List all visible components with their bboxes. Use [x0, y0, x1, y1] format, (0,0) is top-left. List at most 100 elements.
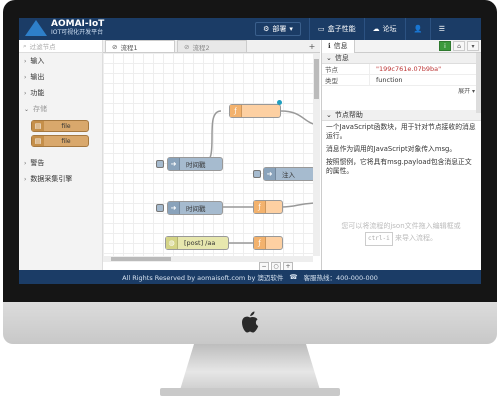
section-help-header[interactable]: ⌄ 节点帮助 — [322, 110, 481, 121]
hamburger-icon: ☰ — [438, 25, 445, 33]
brand-subtitle: IOT可视化开发平台 — [51, 29, 104, 36]
palette-search-input[interactable]: ⌕ 过滤节点 — [19, 40, 102, 53]
nav-label: 论坛 — [382, 25, 397, 33]
scroll-thumb[interactable] — [111, 257, 171, 261]
inject-node-timestamp[interactable]: ➜ 时间戳 — [167, 157, 223, 171]
scroll-thumb[interactable] — [314, 59, 319, 99]
category-label: 输入 — [30, 57, 45, 65]
footer-bar: All Rights Reserved by aomaisoft.com by … — [19, 270, 481, 284]
palette-node-file-out[interactable]: ▤ file — [31, 135, 89, 147]
arrow-right-icon: ➜ — [168, 202, 180, 214]
chevron-right-icon: › — [24, 73, 27, 81]
help-line: 消息作为调用的JavaScript对象传入msg。 — [326, 145, 457, 153]
function-icon: ƒ — [254, 201, 266, 213]
copyright-text: All Rights Reserved by aomaisoft.com by … — [122, 274, 284, 282]
prop-row-node: 节点 "199c761e.07b9ba" — [322, 63, 481, 75]
node-palette: ⌕ 过滤节点 › 输入 › 输出 › 功能 ⌄ 存储 ▤ file ▤ file… — [19, 40, 103, 284]
nav-box-performance[interactable]: ▭ 盒子性能 — [309, 18, 364, 40]
node-label: file — [61, 122, 71, 130]
app-screen: AOMAI-IoT IOT可视化开发平台 ⚙ 部署 ▾ ▭ 盒子性能 ☁ 论坛 — [19, 18, 481, 284]
arrow-right-icon: ➜ — [168, 158, 180, 170]
chevron-right-icon: › — [24, 159, 27, 167]
top-bar: AOMAI-IoT IOT可视化开发平台 ⚙ 部署 ▾ ▭ 盒子性能 ☁ 论坛 — [19, 18, 481, 40]
flow-icon: ⊘ — [112, 42, 118, 51]
palette-category-output[interactable]: › 输出 — [19, 69, 102, 85]
chevron-down-icon: ⌄ — [24, 105, 30, 113]
flow-canvas[interactable]: ƒ ➜ 时间戳 ➜ 注入 ➜ 时间戳 ƒ ◍ [post] /aa ƒ — [103, 53, 313, 256]
nav-forum[interactable]: ☁ 论坛 — [363, 18, 405, 40]
help-line: 一个JavaScript函数块，用于针对节点接收的消息运行。 — [326, 123, 476, 140]
category-label: 数据采集引擎 — [30, 175, 73, 183]
chevron-right-icon: › — [24, 175, 27, 183]
deploy-icon: ⚙ — [263, 25, 270, 33]
http-in-node[interactable]: ◍ [post] /aa — [165, 236, 229, 250]
monitor-stand — [180, 344, 320, 390]
monitor-stand-base — [160, 388, 340, 396]
home-button[interactable]: ⌂ — [453, 41, 465, 51]
chevron-down-icon: ▾ — [289, 25, 293, 33]
top-nav: ▭ 盒子性能 ☁ 论坛 👤 ☰ — [309, 18, 452, 40]
expand-link[interactable]: 展开 ▾ — [322, 86, 481, 96]
function-icon: ƒ — [254, 237, 266, 249]
prop-key: 节点 — [322, 63, 370, 75]
prop-value: function — [376, 76, 403, 84]
palette-category-input[interactable]: › 输入 — [19, 53, 102, 69]
inject-trigger-button[interactable] — [156, 204, 164, 212]
menu-button[interactable]: ☰ — [430, 18, 452, 40]
search-placeholder: 过滤节点 — [29, 43, 56, 51]
function-node-3[interactable]: ƒ — [253, 236, 283, 250]
palette-category-data-engine[interactable]: › 数据采集引擎 — [19, 171, 102, 187]
drop-hint-line: 您可以将流程的json文件拖入编辑框或 — [341, 222, 461, 230]
sidebar-menu-button[interactable]: ▾ — [467, 41, 479, 51]
function-node-2[interactable]: ƒ — [253, 200, 283, 214]
flow-icon: ⊘ — [184, 42, 190, 51]
palette-category-storage[interactable]: ⌄ 存储 — [19, 101, 102, 117]
file-icon: ▤ — [32, 121, 44, 131]
palette-node-file-in[interactable]: ▤ file — [31, 120, 89, 132]
nav-user[interactable]: 👤 — [404, 18, 431, 40]
globe-icon: ◍ — [166, 237, 178, 249]
inject-trigger-button[interactable] — [156, 160, 164, 168]
category-label: 功能 — [30, 89, 45, 97]
palette-category-warning[interactable]: › 警告 — [19, 155, 102, 171]
node-label: 时间戳 — [186, 205, 206, 213]
canvas-vertical-scrollbar[interactable] — [313, 53, 320, 256]
info-panel-button[interactable]: i — [439, 41, 451, 51]
inject-trigger-button[interactable] — [253, 170, 261, 178]
deploy-button[interactable]: ⚙ 部署 ▾ — [255, 22, 301, 36]
workspace-tabs: ⊘ 流程1 ⊘ 流程2 + — [103, 40, 320, 53]
hotline-text: 客服热线：400-000-000 — [303, 274, 378, 282]
category-label: 存储 — [33, 105, 48, 113]
tab-flow-2[interactable]: ⊘ 流程2 — [177, 40, 247, 52]
deploy-label: 部署 — [272, 25, 287, 33]
node-label: file — [61, 137, 71, 145]
prop-key: 类型 — [322, 74, 370, 86]
inject-node-timestamp-2[interactable]: ➜ 时间戳 — [167, 201, 223, 215]
palette-category-function[interactable]: › 功能 — [19, 85, 102, 101]
node-changed-indicator — [277, 100, 282, 105]
shortcut-key: ctrl-i — [365, 232, 393, 246]
brand-logo-icon — [25, 20, 47, 36]
apple-logo-icon — [242, 311, 259, 333]
sidebar-scrollbar[interactable] — [476, 53, 481, 113]
section-title: 信息 — [334, 54, 349, 62]
tab-label: 信息 — [333, 42, 348, 50]
sidebar-header: ℹ 信息 i ⌂ ▾ — [322, 39, 481, 53]
add-tab-button[interactable]: + — [306, 40, 318, 52]
tab-label: 流程2 — [192, 43, 210, 52]
node-label: [post] /aa — [184, 239, 216, 247]
function-node[interactable]: ƒ — [229, 104, 281, 118]
prop-row-type: 类型 function — [322, 74, 481, 86]
inject-node[interactable]: ➜ 注入 — [263, 167, 313, 181]
nav-label: 盒子性能 — [327, 25, 356, 33]
section-info-header[interactable]: ⌄ 信息 — [322, 53, 481, 64]
category-label: 警告 — [30, 159, 45, 167]
function-icon: ƒ — [230, 105, 242, 117]
tab-info[interactable]: ℹ 信息 — [322, 39, 355, 53]
phone-icon: ☎ — [289, 273, 298, 281]
brand-title: AOMAI-IoT — [51, 19, 105, 29]
tab-flow-1[interactable]: ⊘ 流程1 — [105, 40, 175, 52]
node-label: 注入 — [282, 171, 295, 179]
chevron-right-icon: › — [24, 89, 27, 97]
